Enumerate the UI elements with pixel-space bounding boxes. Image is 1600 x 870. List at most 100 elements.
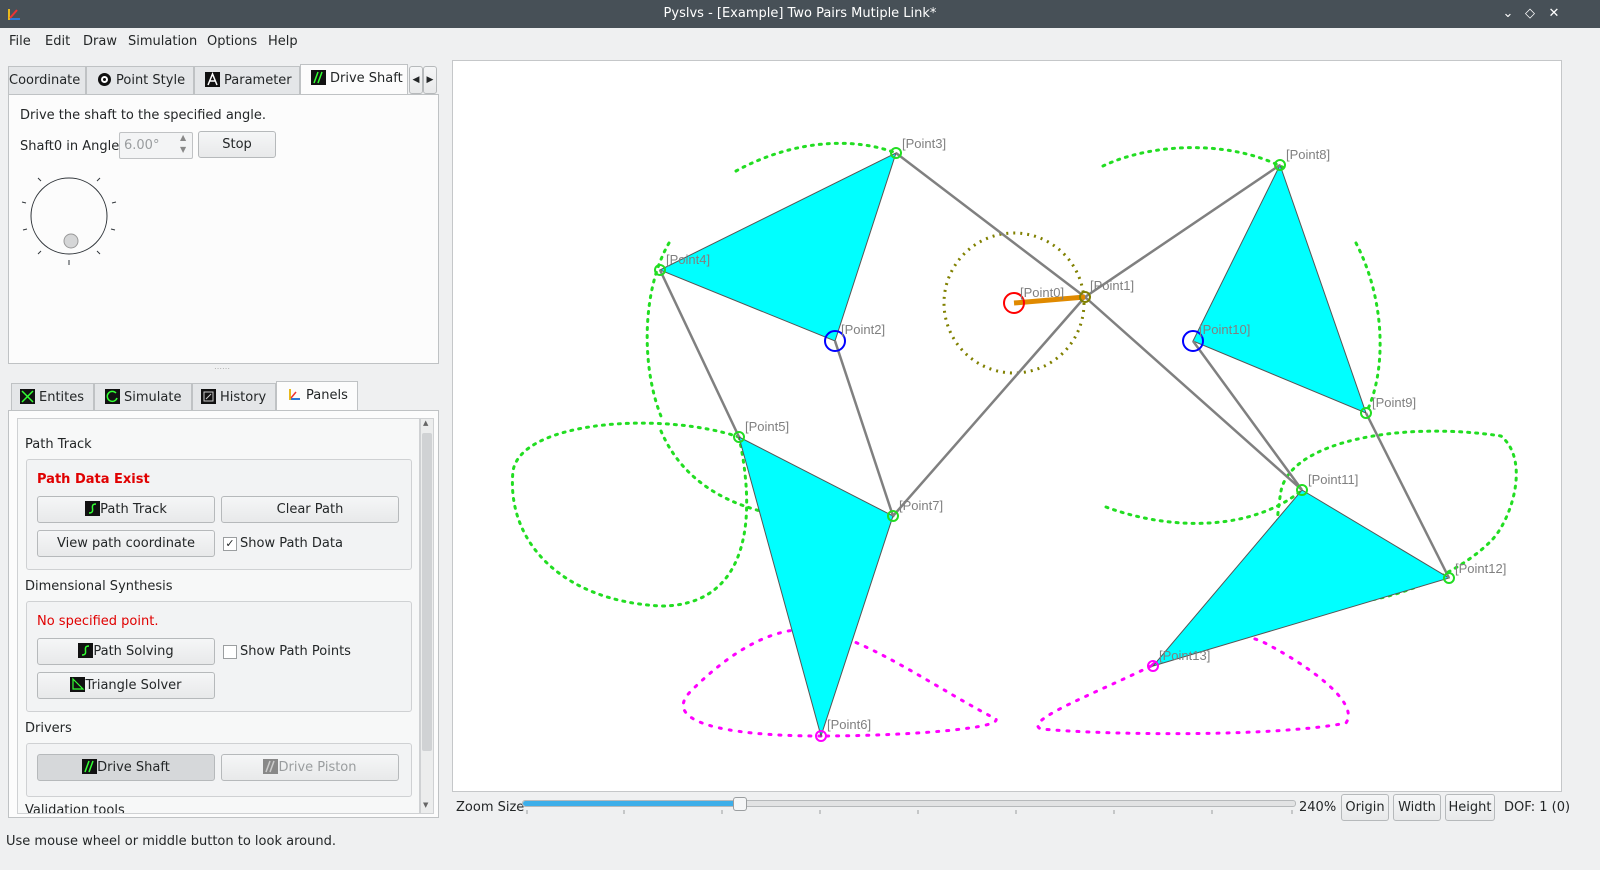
point8-label: [Point8] xyxy=(1286,147,1330,162)
tab-point-style[interactable]: Point Style xyxy=(86,66,194,94)
zoom-slider-fill xyxy=(523,801,740,806)
point9-label: [Point9] xyxy=(1372,395,1416,410)
point7-label: [Point7] xyxy=(899,498,943,513)
drive-shaft-button[interactable]: Drive Shaft xyxy=(37,754,215,781)
menu-help[interactable]: Help xyxy=(268,34,298,49)
path-trace-point9 xyxy=(1354,241,1382,413)
path-data-status: Path Data Exist xyxy=(37,472,150,487)
point11-label: [Point11] xyxy=(1308,472,1358,487)
link-p2-p7[interactable] xyxy=(833,340,895,517)
tab-simulate[interactable]: Simulate xyxy=(94,383,192,411)
maximize-icon[interactable]: ◇ xyxy=(1520,4,1540,24)
scroll-down-icon[interactable]: ▼ xyxy=(423,801,428,809)
point6-label: [Point6] xyxy=(827,717,871,732)
triangle-solver-icon xyxy=(70,677,86,692)
zoom-size-label: Zoom Size xyxy=(456,800,525,815)
path-track-group: Path Data Exist Path Track Clear Path Vi… xyxy=(26,459,412,570)
path-trace-point8 xyxy=(1101,146,1288,171)
menu-edit[interactable]: Edit xyxy=(45,34,70,49)
mechanism-canvas[interactable]: [Point0] [Point1] [Point2] [Point3] [Poi… xyxy=(452,60,1562,792)
drive-shaft-description: Drive the shaft to the specified angle. xyxy=(20,108,267,123)
link-triangle-p5-p7-p6[interactable] xyxy=(738,436,894,738)
dial-handle[interactable] xyxy=(63,233,79,249)
parameter-icon xyxy=(205,72,220,87)
menu-draw[interactable]: Draw xyxy=(83,34,117,49)
view-path-coordinate-button[interactable]: View path coordinate xyxy=(37,530,215,557)
status-text: Use mouse wheel or middle button to look… xyxy=(6,834,336,849)
splitter-handle[interactable]: ⋯⋯ xyxy=(214,364,230,373)
tab-history[interactable]: History xyxy=(192,383,276,411)
stop-button[interactable]: Stop xyxy=(198,131,276,158)
path-solving-button[interactable]: Path Solving xyxy=(37,638,215,665)
dof-label: DOF: 1 (0) xyxy=(1504,800,1571,815)
spin-up-icon[interactable]: ▲ xyxy=(180,133,186,142)
drive-piston-button[interactable]: Drive Piston xyxy=(221,754,399,781)
point1-label: [Point1] xyxy=(1090,278,1134,293)
drivers-group: Drive Shaft Drive Piston xyxy=(26,743,412,797)
show-path-points-label: Show Path Points xyxy=(240,644,351,659)
close-icon[interactable]: ✕ xyxy=(1544,4,1564,24)
drivers-title: Drivers xyxy=(25,721,72,736)
link-p1-p7[interactable] xyxy=(892,296,1086,517)
drive-shaft-btn-icon xyxy=(82,759,98,774)
panels-scrollbar[interactable]: ▲ ▼ xyxy=(420,418,434,814)
tab-drive-shaft[interactable]: Drive Shaft xyxy=(300,64,408,94)
shaft-angle-spinbox[interactable]: 6.00° ▲ ▼ xyxy=(119,132,193,159)
simulate-icon xyxy=(105,389,120,404)
triangle-solver-button[interactable]: Triangle Solver xyxy=(37,672,215,699)
shaft-angle-label: Shaft0 in Angle: xyxy=(20,139,124,154)
height-button[interactable]: Height xyxy=(1445,794,1495,821)
tab-coordinate[interactable]: Coordinate xyxy=(8,66,86,94)
drive-shaft-panel: Drive the shaft to the specified angle. … xyxy=(8,94,439,364)
history-icon xyxy=(201,389,216,404)
origin-button[interactable]: Origin xyxy=(1341,794,1389,821)
scroll-up-icon[interactable]: ▲ xyxy=(423,419,428,427)
zoom-slider-handle[interactable] xyxy=(733,797,748,811)
point-style-icon xyxy=(98,73,111,86)
tab-panels[interactable]: Panels xyxy=(276,381,358,411)
point2-label: [Point2] xyxy=(841,322,885,337)
menu-options[interactable]: Options xyxy=(207,34,257,49)
point3-label: [Point3] xyxy=(902,136,946,151)
mechanism-drawing[interactable]: [Point0] [Point1] [Point2] [Point3] [Poi… xyxy=(453,61,1561,791)
angle-dial[interactable] xyxy=(21,171,121,271)
title-bar: Pyslvs - [Example] Two Pairs Mutiple Lin… xyxy=(0,0,1600,28)
zoom-slider[interactable] xyxy=(522,797,1296,811)
validation-tools-title: Validation tools xyxy=(25,803,125,814)
panels-panel: Path Track Path Data Exist Path Track Cl… xyxy=(8,410,439,818)
link-p3-p1[interactable] xyxy=(895,152,1086,298)
zoom-bar: Zoom Size 240% Origin Width Height DOF: … xyxy=(452,792,1600,822)
path-solving-icon xyxy=(78,643,94,658)
path-trace-point5 xyxy=(510,421,749,608)
width-button[interactable]: Width xyxy=(1393,794,1441,821)
window-title: Pyslvs - [Example] Two Pairs Mutiple Lin… xyxy=(663,6,937,21)
minimize-icon[interactable]: ⌄ xyxy=(1498,4,1518,24)
drive-shaft-icon xyxy=(311,70,326,85)
tab-entities[interactable]: Entites xyxy=(11,383,94,411)
spin-down-icon[interactable]: ▼ xyxy=(180,145,186,154)
zoom-slider-ticks xyxy=(526,810,1293,814)
entities-icon xyxy=(20,389,35,404)
drive-piston-icon xyxy=(263,759,279,774)
panels-scrollbar-thumb[interactable] xyxy=(422,433,432,751)
show-path-points-checkbox[interactable] xyxy=(223,645,237,659)
point4-label: [Point4] xyxy=(666,252,710,267)
show-path-data-checkbox[interactable]: ✓ xyxy=(223,537,237,551)
menu-simulation[interactable]: Simulation xyxy=(128,34,197,49)
path-track-title: Path Track xyxy=(25,437,92,452)
shaft-angle-value: 6.00° xyxy=(124,138,160,153)
panels-icon xyxy=(289,389,300,400)
clear-path-button[interactable]: Clear Path xyxy=(221,496,399,523)
tab-parameter[interactable]: Parameter xyxy=(194,66,300,94)
link-triangle-p3-p4-p2[interactable] xyxy=(658,152,897,342)
tab-scroll-right-icon[interactable]: ▶ xyxy=(423,66,437,94)
status-bar: Use mouse wheel or middle button to look… xyxy=(0,828,1600,856)
tab-scroll-left-icon[interactable]: ◀ xyxy=(409,66,423,94)
path-track-button[interactable]: Path Track xyxy=(37,496,215,523)
menu-file[interactable]: File xyxy=(9,34,31,49)
link-triangle-p11-p12-p13[interactable] xyxy=(1151,489,1451,667)
point0-label: [Point0] xyxy=(1020,285,1064,300)
point10-label: [Point10] xyxy=(1199,322,1250,337)
path-trace-point11-left xyxy=(1104,489,1303,525)
point13-label: [Point13] xyxy=(1159,648,1210,663)
